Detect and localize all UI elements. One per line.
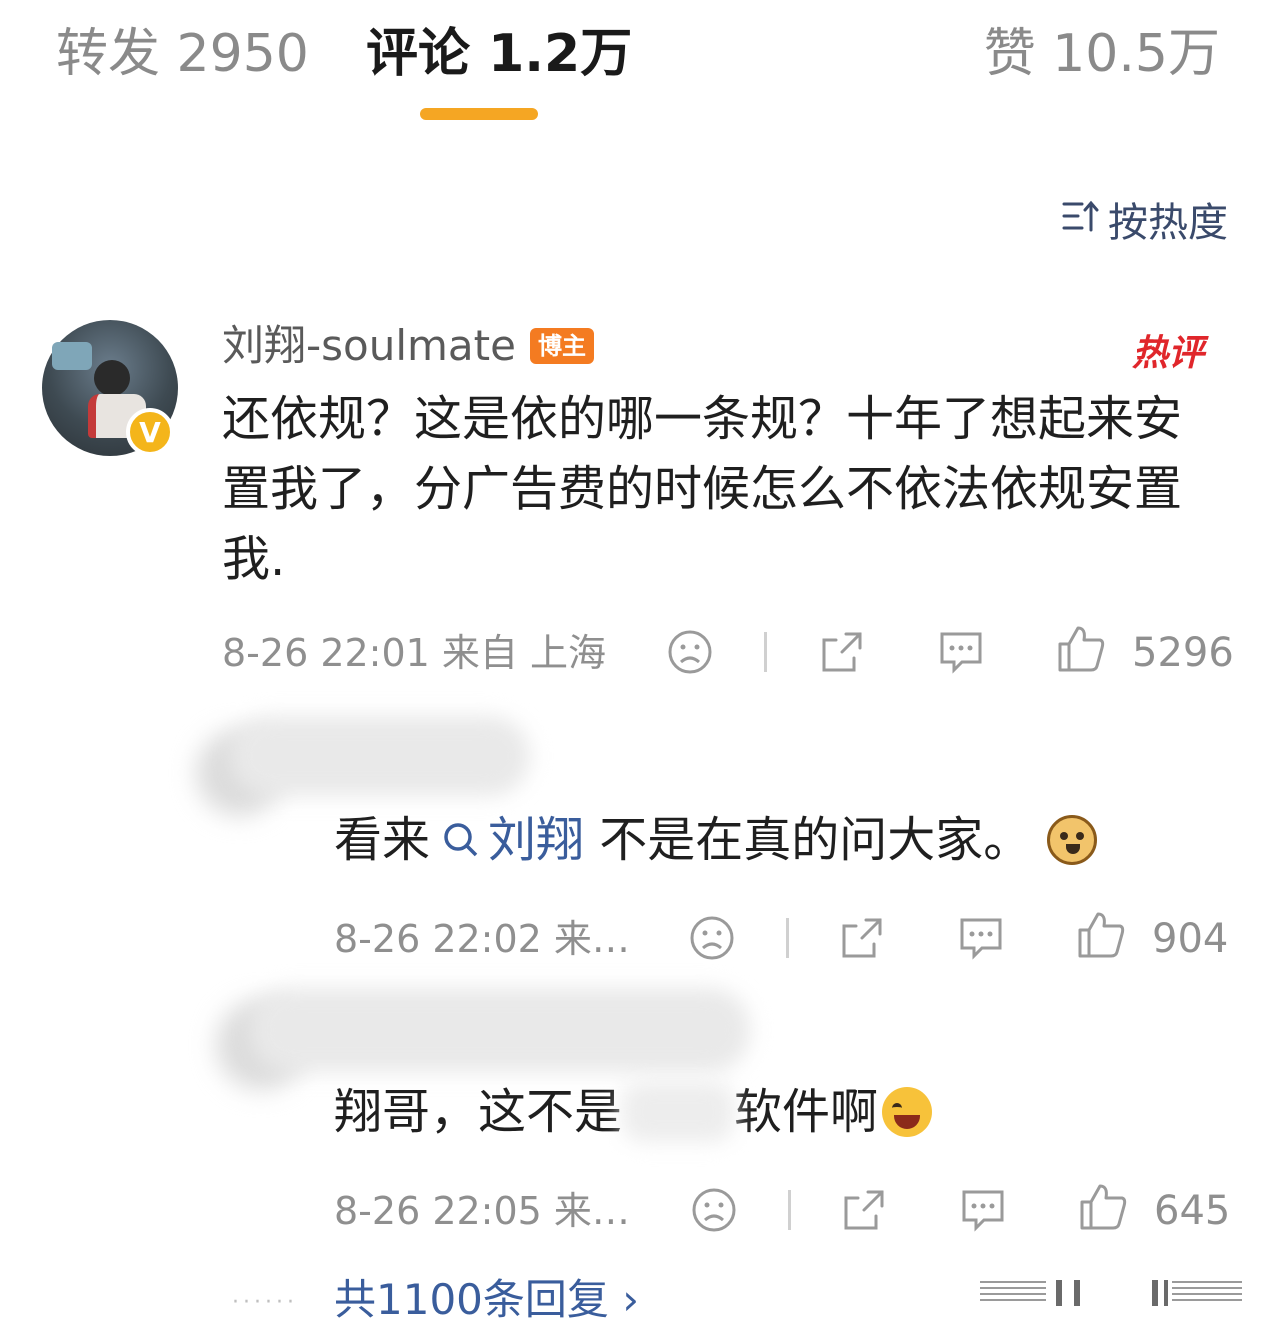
verified-icon: V bbox=[126, 408, 174, 456]
divider bbox=[786, 918, 789, 958]
redacted-text-blur bbox=[622, 1082, 735, 1142]
author-name[interactable]: 刘翔-soulmate bbox=[222, 318, 516, 374]
like-count: 904 bbox=[1152, 916, 1229, 962]
comment-tabs: 转发 2950 评论 1.2万 赞 10.5万 bbox=[0, 0, 1272, 130]
sort-by-hot-button[interactable]: 按热度 bbox=[1060, 196, 1228, 249]
sad-face-icon[interactable] bbox=[666, 628, 714, 676]
author-badge: 博主 bbox=[529, 328, 594, 364]
reply-prefix: 翔哥，这不是 bbox=[334, 1084, 623, 1140]
divider bbox=[764, 632, 767, 672]
like-icon[interactable] bbox=[1056, 624, 1106, 674]
comment-author-row: 刘翔-soulmate 博主 bbox=[222, 318, 594, 374]
reply-text: 看来 刘翔 不是在真的问大家。 bbox=[334, 808, 1098, 872]
reply-suffix: 软件啊 bbox=[734, 1084, 879, 1140]
thread-dots: ······ bbox=[232, 1290, 298, 1315]
divider bbox=[788, 1190, 791, 1230]
share-icon[interactable] bbox=[818, 628, 866, 676]
comment-time-location: 8-26 22:01 来自 上海 bbox=[222, 631, 606, 675]
sad-face-icon[interactable] bbox=[688, 914, 736, 962]
like-icon[interactable] bbox=[1076, 910, 1126, 960]
more-replies-link[interactable]: 共1100条回复 › bbox=[334, 1272, 639, 1328]
sort-label: 按热度 bbox=[1108, 199, 1228, 246]
active-tab-indicator bbox=[420, 108, 538, 120]
reply-suffix: 不是在真的问大家。 bbox=[584, 812, 1032, 868]
doge-emoji-icon bbox=[1047, 815, 1098, 865]
hot-comment-label: 热评 bbox=[1131, 333, 1204, 374]
mention-name: 刘翔 bbox=[488, 812, 585, 868]
reply-prefix: 看来 bbox=[334, 812, 431, 868]
reply-text: 翔哥，这不是 软件啊 bbox=[334, 1080, 933, 1144]
watermark-logo bbox=[980, 1280, 1242, 1306]
tab-comments[interactable]: 评论 1.2万 bbox=[366, 22, 632, 86]
comment-icon[interactable] bbox=[958, 1186, 1008, 1234]
comment-icon[interactable] bbox=[956, 914, 1006, 962]
reply-time-location: 8-26 22:02 来… bbox=[334, 917, 630, 961]
share-icon[interactable] bbox=[838, 914, 886, 962]
share-icon[interactable] bbox=[840, 1186, 888, 1234]
sad-face-icon[interactable] bbox=[690, 1186, 738, 1234]
reply-time-location: 8-26 22:05 来… bbox=[334, 1189, 630, 1233]
reply-author-blurred bbox=[250, 988, 750, 1072]
laugh-cry-emoji-icon bbox=[882, 1087, 933, 1137]
comment-text: 还依规？这是依的哪一条规？十年了想起来安置我了，分广告费的时候怎么不依法依规安置… bbox=[222, 391, 1183, 587]
search-icon bbox=[444, 823, 478, 857]
like-count: 5296 bbox=[1132, 630, 1234, 676]
like-count: 645 bbox=[1154, 1188, 1231, 1234]
like-icon[interactable] bbox=[1078, 1182, 1128, 1232]
comment-icon[interactable] bbox=[936, 628, 986, 676]
tab-likes[interactable]: 赞 10.5万 bbox=[984, 22, 1220, 86]
reply-author-blurred bbox=[230, 716, 530, 796]
sort-icon bbox=[1060, 196, 1108, 249]
mention-link[interactable]: 刘翔 bbox=[430, 808, 584, 872]
tab-repost[interactable]: 转发 2950 bbox=[56, 22, 309, 86]
